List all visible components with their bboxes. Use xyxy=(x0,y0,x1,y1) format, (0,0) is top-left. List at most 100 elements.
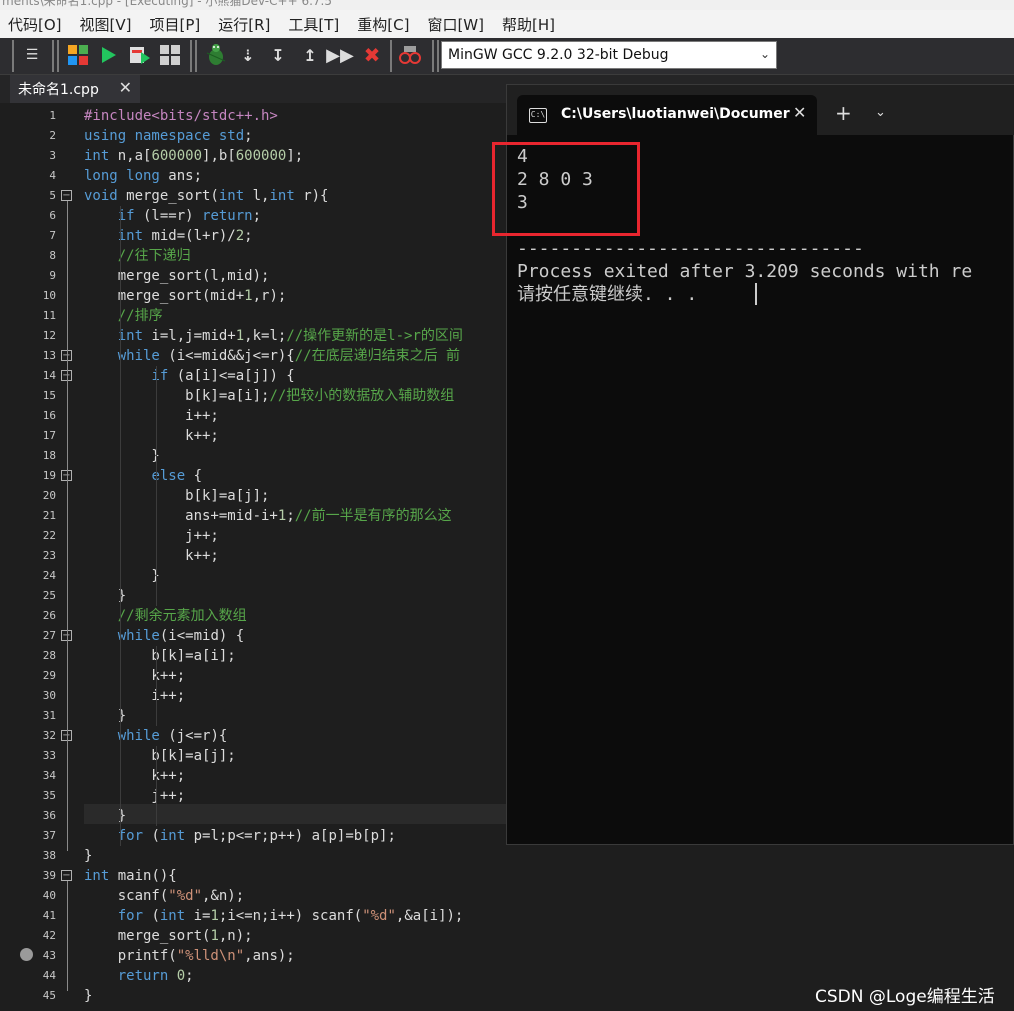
code-token: ; xyxy=(286,508,295,524)
close-icon[interactable]: ✕ xyxy=(119,78,132,97)
code-token: (i<=mid) { xyxy=(159,628,245,644)
stop-icon[interactable]: ✖ xyxy=(360,43,384,67)
code-text: int main(){ xyxy=(84,866,177,886)
code-token: i++; xyxy=(84,408,219,424)
code-text: for (int p=l;p<=r;p++) a[p]=b[p]; xyxy=(84,826,396,846)
code-token: int xyxy=(159,908,186,924)
line-number: 39 xyxy=(42,869,56,882)
step-icon[interactable]: ⇣ xyxy=(236,43,260,67)
code-line: 41 for (int i=1;i<=n;i++) scanf("%d",&a[… xyxy=(0,906,1014,926)
code-token: int xyxy=(218,188,245,204)
line-number: 41 xyxy=(42,909,56,922)
line-number: 37 xyxy=(42,829,56,842)
indent-icon[interactable]: ☰ xyxy=(20,43,44,67)
line-number: 21 xyxy=(42,509,56,522)
menu-tools[interactable]: 工具[T] xyxy=(280,14,349,35)
fold-toggle-icon[interactable]: − xyxy=(61,190,72,201)
code-token: merge_sort(l,mid); xyxy=(84,268,270,284)
compiler-select[interactable]: MinGW GCC 9.2.0 32-bit Debug ⌄ xyxy=(441,41,777,69)
code-token: 1 xyxy=(244,288,253,304)
code-token: merge_sort(mid+ xyxy=(84,288,245,304)
profile-icon[interactable] xyxy=(398,43,422,67)
code-token: //排序 xyxy=(117,308,163,324)
code-text: j++; xyxy=(84,526,219,546)
code-token: //前一半是有序的那么这 xyxy=(294,508,452,524)
code-text: b[k]=a[i]; xyxy=(84,646,235,666)
compile-run-icon[interactable] xyxy=(128,43,152,67)
code-token: i= xyxy=(185,908,211,924)
code-token: (j<=r){ xyxy=(159,728,228,744)
code-text: //剩余元素加入数组 xyxy=(84,606,247,626)
fold-toggle-icon[interactable]: − xyxy=(61,870,72,881)
code-token: { xyxy=(185,468,203,484)
continue-icon[interactable]: ▶▶ xyxy=(326,43,354,67)
console-line: 请按任意键继续. . . xyxy=(517,284,698,305)
code-token: 600000 xyxy=(235,148,287,164)
code-token: if xyxy=(151,368,169,384)
new-tab-button[interactable]: + xyxy=(835,101,852,125)
code-token: merge_sort( xyxy=(117,188,219,204)
menu-project[interactable]: 项目[P] xyxy=(141,14,210,35)
code-text: k++; xyxy=(84,546,219,566)
code-token: ]; xyxy=(286,148,304,164)
code-line: 43 printf("%lld\n",ans); xyxy=(0,946,1014,966)
menu-run[interactable]: 运行[R] xyxy=(210,14,280,35)
code-token: mid=(l+r)/ xyxy=(143,228,236,244)
line-number: 30 xyxy=(42,689,56,702)
debug-bug-icon[interactable] xyxy=(204,43,228,67)
menu-view[interactable]: 视图[V] xyxy=(72,14,142,35)
menu-refactor[interactable]: 重构[C] xyxy=(349,14,419,35)
code-token: ; xyxy=(252,208,262,224)
code-text: int mid=(l+r)/2; xyxy=(84,226,253,246)
line-number: 28 xyxy=(42,649,56,662)
code-token: } xyxy=(84,988,93,1004)
code-token: ;i<=n;i++) scanf( xyxy=(218,908,363,924)
code-token: #include<bits/stdc++.h> xyxy=(84,108,278,124)
chevron-down-icon[interactable]: ⌄ xyxy=(875,105,886,120)
line-number: 45 xyxy=(42,989,56,1002)
console-tab[interactable]: C:\ C:\Users\luotianwei\Documer ✕ xyxy=(517,95,817,135)
run-icon[interactable] xyxy=(96,43,120,67)
line-number: 8 xyxy=(49,249,56,262)
code-token: (i<=mid&&j<=r){ xyxy=(159,348,295,364)
code-token: //在底层递归结束之后 前 xyxy=(294,348,461,364)
menu-window[interactable]: 窗口[W] xyxy=(419,14,494,35)
line-number: 40 xyxy=(42,889,56,902)
menu-code[interactable]: 代码[O] xyxy=(0,14,72,35)
tab-file[interactable]: 未命名1.cpp ✕ xyxy=(10,75,140,103)
step-into-icon[interactable]: ↧ xyxy=(266,43,290,67)
code-text: if (a[i]<=a[j]) { xyxy=(84,366,294,386)
line-number: 18 xyxy=(42,449,56,462)
menu-bar: 代码[O] 视图[V] 项目[P] 运行[R] 工具[T] 重构[C] 窗口[W… xyxy=(0,10,1014,38)
terminal-icon: C:\ xyxy=(529,108,547,123)
code-text: //排序 xyxy=(84,306,163,326)
compiler-select-value: MinGW GCC 9.2.0 32-bit Debug xyxy=(448,47,669,63)
line-number: 38 xyxy=(42,849,56,862)
code-text: while (i<=mid&&j<=r){//在底层递归结束之后 前 xyxy=(84,346,460,366)
menu-help[interactable]: 帮助[H] xyxy=(494,14,565,35)
code-token: scanf( xyxy=(84,888,169,904)
code-text: return 0; xyxy=(84,966,194,986)
grid-icon[interactable] xyxy=(66,43,90,67)
line-number: 34 xyxy=(42,769,56,782)
line-number: 5 xyxy=(49,189,56,202)
code-token: return xyxy=(202,208,253,224)
step-out-icon[interactable]: ↥ xyxy=(298,43,322,67)
console-line: Process exited after 3.209 seconds with … xyxy=(517,261,973,282)
line-number: 6 xyxy=(49,209,56,222)
code-token: ; xyxy=(244,228,253,244)
code-text: if (l==r) return; xyxy=(84,206,261,226)
rebuild-icon[interactable] xyxy=(158,43,182,67)
code-text: for (int i=1;i<=n;i++) scanf("%d",&a[i])… xyxy=(84,906,464,926)
toolbar-separator xyxy=(195,40,197,72)
code-token: b[k]=a[j]; xyxy=(84,488,270,504)
close-icon[interactable]: ✕ xyxy=(793,103,806,122)
code-token: p=l;p<=r;p++) a[p]=b[p]; xyxy=(185,828,396,844)
